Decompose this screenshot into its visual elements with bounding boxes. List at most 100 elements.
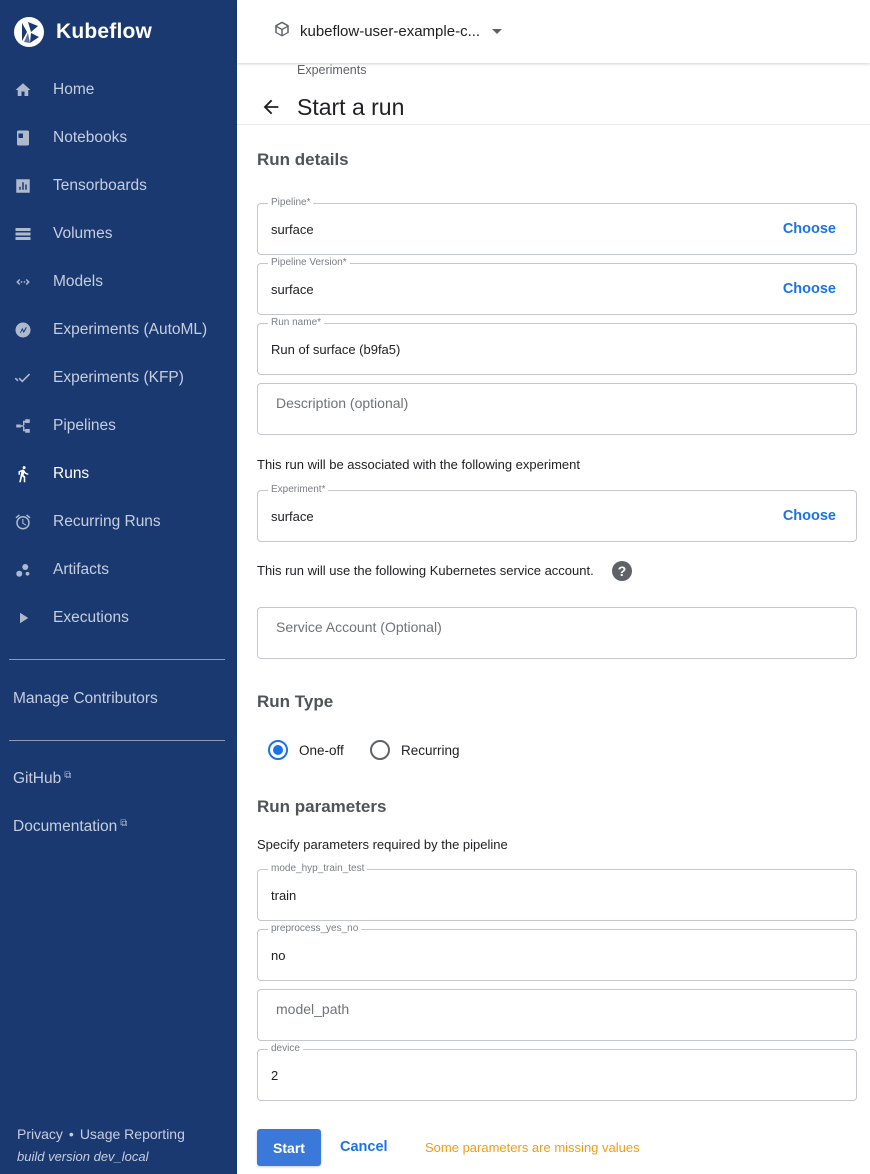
missing-values-warning: Some parameters are missing values (425, 1140, 640, 1155)
experiment-label: Experiment* (268, 484, 329, 496)
sidebar-item-home[interactable]: Home (0, 66, 237, 114)
help-icon[interactable]: ? (612, 561, 632, 581)
sidebar-item-artifacts[interactable]: Artifacts (0, 546, 237, 594)
sidebar-item-tensorboards[interactable]: Tensorboards (0, 162, 237, 210)
param-preprocess-yes-no-field[interactable]: preprocess_yes_no no (257, 923, 857, 981)
param-model-path-field[interactable]: model_path (257, 989, 857, 1041)
choose-pipeline-version-button[interactable]: Choose (783, 281, 836, 297)
sidebar-item-models[interactable]: Models (0, 258, 237, 306)
pipeline-version-value: surface (271, 282, 314, 297)
param-label: device (268, 1043, 303, 1055)
sidebar: Kubeflow Home Notebooks Tensorboards Vol… (0, 0, 237, 1174)
github-label: GitHub (13, 770, 62, 787)
start-button[interactable]: Start (257, 1129, 321, 1166)
run-name-label: Run name* (268, 317, 325, 329)
sidebar-item-experiments-automl[interactable]: Experiments (AutoML) (0, 306, 237, 354)
param-value: no (271, 948, 286, 963)
sidebar-item-label: Volumes (53, 225, 113, 242)
run-parameters-note: Specify parameters required by the pipel… (257, 837, 508, 852)
sidebar-item-label: Home (53, 81, 95, 98)
param-placeholder: model_path (276, 1001, 350, 1017)
description-placeholder: Description (optional) (276, 395, 409, 411)
run-name-value: Run of surface (b9fa5) (271, 342, 401, 357)
experiment-value: surface (271, 509, 314, 524)
notebook-icon (13, 128, 33, 148)
sidebar-nav: Home Notebooks Tensorboards Volumes Mode… (0, 66, 237, 642)
radio-label: Recurring (401, 742, 460, 758)
pipeline-version-label: Pipeline Version* (268, 257, 350, 269)
run-parameters-heading: Run parameters (257, 797, 387, 816)
namespace-selector[interactable]: kubeflow-user-example-c... (273, 20, 503, 43)
brand[interactable]: Kubeflow (13, 14, 152, 50)
manage-contributors-link[interactable]: Manage Contributors (13, 690, 158, 708)
home-icon (13, 80, 33, 100)
header-divider (237, 124, 870, 125)
github-link[interactable]: GitHub ⧉ (13, 770, 71, 788)
documentation-label: Documentation (13, 818, 118, 835)
external-link-icon: ⧉ (64, 770, 72, 781)
kfp-icon (13, 368, 33, 388)
kubeflow-logo-icon (14, 17, 44, 47)
cube-icon (273, 20, 291, 43)
sidebar-item-pipelines[interactable]: Pipelines (0, 402, 237, 450)
documentation-link[interactable]: Documentation ⧉ (13, 818, 127, 836)
sidebar-item-runs[interactable]: Runs (0, 450, 237, 498)
experiment-field[interactable]: Experiment* surface Choose (257, 484, 857, 542)
radio-recurring[interactable]: Recurring (370, 740, 460, 760)
radio-checked-icon (268, 740, 288, 760)
sidebar-footer: Privacy • Usage Reporting (17, 1126, 185, 1142)
service-account-field[interactable]: Service Account (Optional) (257, 607, 857, 659)
param-label: mode_hyp_train_test (268, 863, 368, 875)
radio-one-off[interactable]: One-off (268, 740, 344, 760)
param-value: 2 (271, 1068, 279, 1083)
radio-label: One-off (299, 742, 344, 758)
play-icon (13, 608, 33, 628)
brand-name: Kubeflow (56, 20, 153, 43)
run-details-heading: Run details (257, 150, 349, 169)
sidebar-item-recurring-runs[interactable]: Recurring Runs (0, 498, 237, 546)
cancel-button[interactable]: Cancel (340, 1139, 388, 1155)
namespace-name: kubeflow-user-example-c... (300, 23, 481, 40)
volumes-icon (13, 224, 33, 244)
pipeline-version-field[interactable]: Pipeline Version* surface Choose (257, 257, 857, 315)
caret-down-icon (492, 29, 503, 34)
param-value: train (271, 888, 297, 903)
sidebar-item-label: Recurring Runs (53, 513, 161, 530)
privacy-link[interactable]: Privacy (17, 1126, 63, 1142)
sidebar-item-label: Tensorboards (53, 177, 147, 194)
param-device-field[interactable]: device 2 (257, 1043, 857, 1101)
usage-reporting-link[interactable]: Usage Reporting (80, 1126, 185, 1142)
choose-pipeline-button[interactable]: Choose (783, 221, 836, 237)
sidebar-item-label: Runs (53, 465, 90, 482)
pipeline-field[interactable]: Pipeline* surface Choose (257, 197, 857, 255)
param-mode-hyp-train-test-field[interactable]: mode_hyp_train_test train (257, 863, 857, 921)
run-name-field[interactable]: Run name* Run of surface (b9fa5) (257, 317, 857, 375)
artifacts-icon (13, 560, 33, 580)
runs-icon (13, 464, 33, 484)
param-label: preprocess_yes_no (268, 923, 362, 935)
sidebar-item-label: Experiments (KFP) (53, 369, 184, 386)
sidebar-item-volumes[interactable]: Volumes (0, 210, 237, 258)
service-account-note: This run will use the following Kubernet… (257, 563, 594, 578)
external-link-icon: ⧉ (120, 818, 128, 829)
models-icon (13, 272, 33, 292)
sidebar-item-label: Models (53, 273, 103, 290)
alarm-icon (13, 512, 33, 532)
choose-experiment-button[interactable]: Choose (783, 508, 836, 524)
back-button[interactable] (260, 96, 284, 120)
sidebar-divider (9, 659, 225, 660)
run-type-heading: Run Type (257, 692, 334, 711)
arrow-back-icon (263, 99, 279, 115)
pipeline-value: surface (271, 222, 314, 237)
sidebar-item-experiments-kfp[interactable]: Experiments (KFP) (0, 354, 237, 402)
sidebar-item-notebooks[interactable]: Notebooks (0, 114, 237, 162)
sidebar-item-executions[interactable]: Executions (0, 594, 237, 642)
sidebar-item-label: Pipelines (53, 417, 116, 434)
sidebar-divider (9, 740, 225, 741)
footer-separator: • (68, 1126, 74, 1142)
page-title: Start a run (297, 94, 405, 120)
description-field[interactable]: Description (optional) (257, 383, 857, 435)
automl-icon (13, 320, 33, 340)
breadcrumb[interactable]: Experiments (297, 63, 366, 77)
sidebar-item-label: Notebooks (53, 129, 128, 146)
